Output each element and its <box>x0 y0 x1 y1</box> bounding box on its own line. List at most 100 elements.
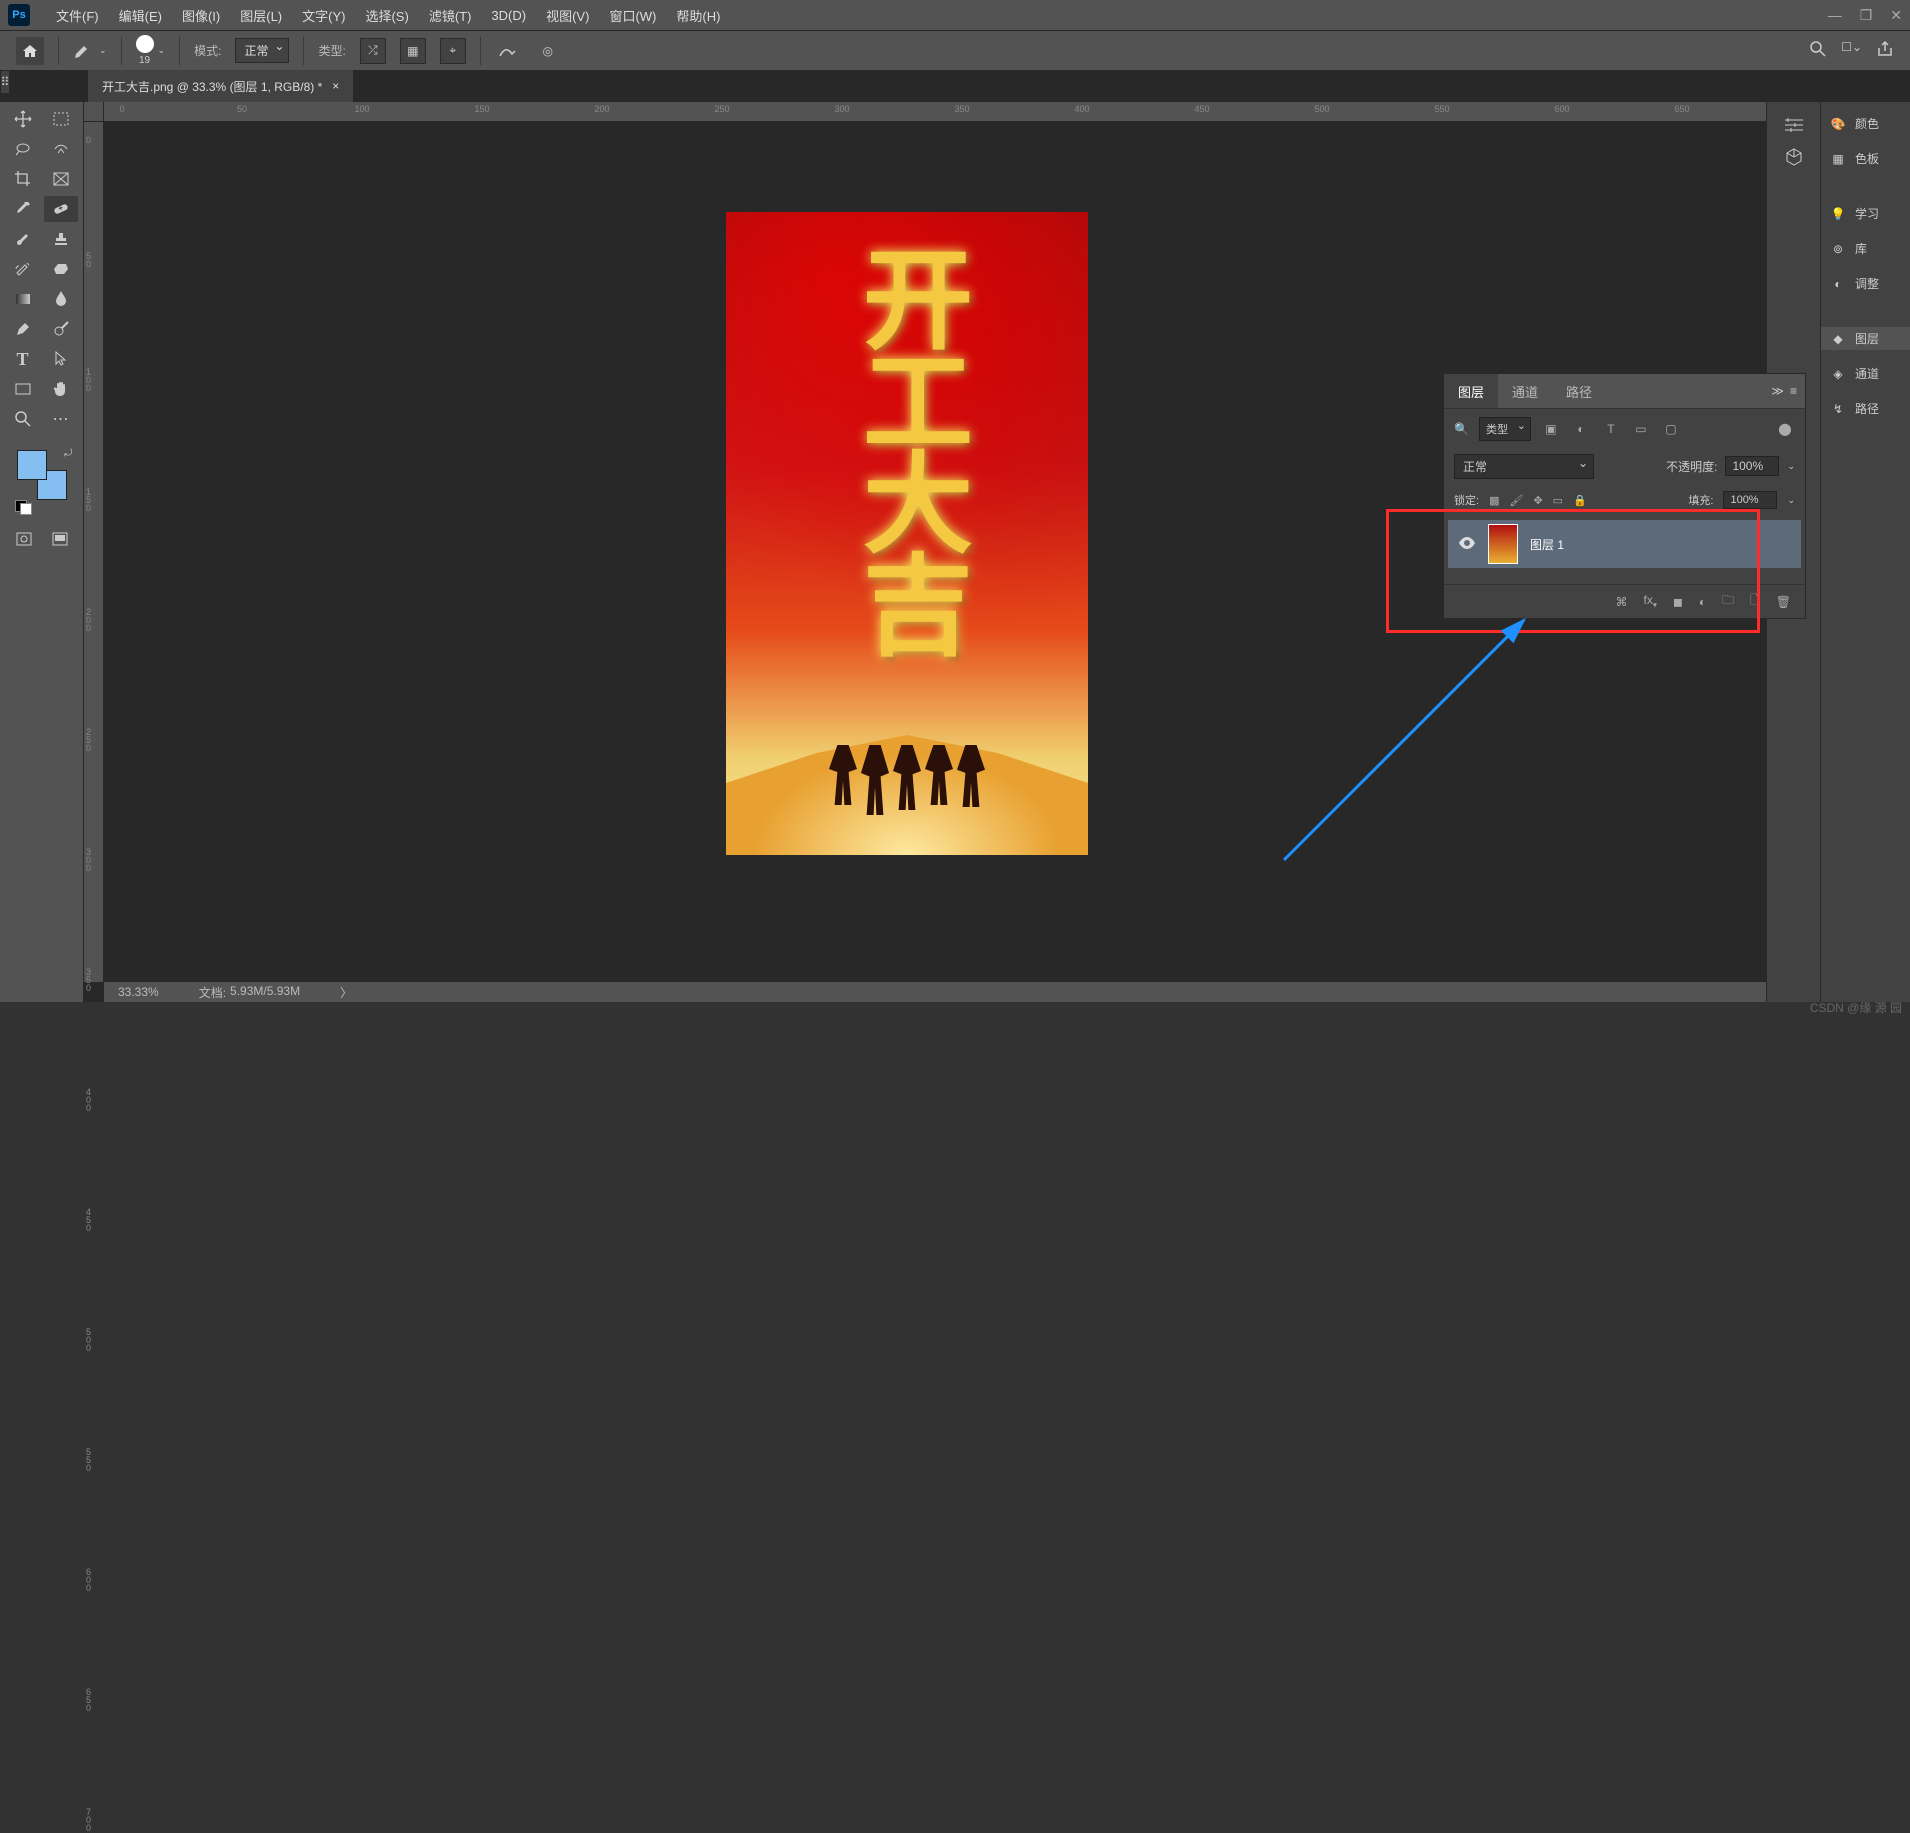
visibility-eye-icon[interactable] <box>1458 537 1476 552</box>
menu-filter[interactable]: 滤镜(T) <box>419 6 482 25</box>
doc-info-expand-icon[interactable]: 〉 <box>340 984 352 1001</box>
link-icon[interactable]: ⌘ <box>1616 595 1628 609</box>
menu-image[interactable]: 图像(I) <box>172 6 230 25</box>
menu-type[interactable]: 文字(Y) <box>292 6 355 25</box>
filter-search-icon[interactable]: 🔍 <box>1454 422 1469 436</box>
history-brush-icon[interactable] <box>6 256 40 282</box>
fg-swatch[interactable] <box>17 450 47 480</box>
menu-window[interactable]: 窗口(W) <box>599 6 666 25</box>
opacity-value[interactable]: 100% <box>1725 456 1779 476</box>
panel-color[interactable]: 🎨颜色 <box>1821 112 1910 135</box>
tab-grab-icon[interactable]: ⠿ <box>0 70 10 94</box>
frame-tool-icon[interactable] <box>44 166 78 192</box>
crop-tool-icon[interactable] <box>6 166 40 192</box>
menu-icon[interactable]: ≡ <box>1790 384 1797 398</box>
properties-icon[interactable] <box>1783 116 1805 137</box>
hand-tool-icon[interactable] <box>44 376 78 402</box>
panel-channels[interactable]: ◈通道 <box>1821 362 1910 385</box>
tab-channels[interactable]: 通道 <box>1498 374 1552 408</box>
dodge-tool-icon[interactable] <box>44 316 78 342</box>
new-layer-icon[interactable]: 🗋 <box>1750 591 1760 612</box>
panel-learn[interactable]: 💡学习 <box>1821 202 1910 225</box>
window-restore-icon[interactable]: ❐ <box>1860 7 1873 24</box>
default-swatch-icon[interactable] <box>15 500 33 512</box>
filter-shape-icon[interactable]: ▭ <box>1631 422 1651 436</box>
marquee-tool-icon[interactable] <box>44 106 78 132</box>
lock-pixels-icon[interactable]: 🖌 <box>1509 494 1523 507</box>
panel-paths[interactable]: ↯路径 <box>1821 397 1910 420</box>
eyedropper-tool-icon[interactable] <box>6 196 40 222</box>
workspace-icon[interactable]: ☐⌄ <box>1841 40 1862 61</box>
menu-view[interactable]: 视图(V) <box>536 6 599 25</box>
zoom-value[interactable]: 33.33% <box>118 985 159 999</box>
ruler-horizontal[interactable]: 0501001502002503003504004505005506006507… <box>104 102 1766 122</box>
menu-layer[interactable]: 图层(L) <box>230 6 292 25</box>
shape-tool-icon[interactable] <box>6 376 40 402</box>
lock-artboard-icon[interactable]: ▭ <box>1553 494 1563 507</box>
lock-position-icon[interactable]: ✥ <box>1533 494 1542 507</box>
screenmode-icon[interactable] <box>49 528 71 550</box>
document-tab[interactable]: 开工大吉.png @ 33.3% (图层 1, RGB/8) * × <box>88 70 354 102</box>
gradient-tool-icon[interactable] <box>6 286 40 312</box>
target-icon[interactable]: ⌖ <box>440 38 466 64</box>
filter-toggle-icon[interactable]: ⬤ <box>1775 422 1795 436</box>
eraser-tool-icon[interactable] <box>44 256 78 282</box>
lock-all-icon[interactable]: 🔒 <box>1573 494 1587 507</box>
filter-pixel-icon[interactable]: ▣ <box>1541 422 1561 436</box>
filter-kind-select[interactable]: 类型 <box>1479 417 1531 441</box>
more-tools-icon[interactable]: ⋯ <box>44 406 78 432</box>
brush-tool-icon[interactable] <box>6 226 40 252</box>
panel-libraries[interactable]: ⊚库 <box>1821 237 1910 260</box>
fx-icon[interactable]: fx▾ <box>1644 593 1657 609</box>
type-tool-icon[interactable]: T <box>6 346 40 372</box>
pressure-size-icon[interactable] <box>495 38 521 64</box>
close-tab-icon[interactable]: × <box>332 79 339 93</box>
window-close-icon[interactable]: ✕ <box>1890 7 1902 24</box>
window-minimize-icon[interactable]: — <box>1828 7 1842 24</box>
healing-tool-icon[interactable] <box>44 196 78 222</box>
collapse-icon[interactable]: ≫ <box>1771 384 1784 398</box>
blur-tool-icon[interactable] <box>44 286 78 312</box>
brush-tool-indicator[interactable]: ⌄ <box>73 40 107 62</box>
delete-icon[interactable]: 🗑 <box>1776 595 1791 609</box>
swap-swatch-icon[interactable]: ⤾ <box>64 448 72 459</box>
search-icon[interactable] <box>1809 40 1827 61</box>
mask-icon[interactable]: ◼ <box>1673 595 1683 609</box>
menu-3d[interactable]: 3D(D) <box>481 8 536 23</box>
layer-name[interactable]: 图层 1 <box>1530 536 1564 553</box>
filter-adjust-icon[interactable]: ◐ <box>1571 422 1591 436</box>
panel-swatches[interactable]: ▦色板 <box>1821 147 1910 170</box>
fill-value[interactable]: 100% <box>1723 491 1777 509</box>
mode-select[interactable]: 正常 <box>235 38 289 63</box>
shuffle-icon[interactable]: ⤮ <box>360 38 386 64</box>
tab-paths[interactable]: 路径 <box>1552 374 1606 408</box>
panel-adjustments[interactable]: ◐调整 <box>1821 272 1910 295</box>
menu-edit[interactable]: 编辑(E) <box>109 6 172 25</box>
brush-preview[interactable]: 19 <box>136 35 154 66</box>
menu-help[interactable]: 帮助(H) <box>666 6 730 25</box>
3d-panel-icon[interactable] <box>1784 147 1804 170</box>
menu-file[interactable]: 文件(F) <box>46 6 109 25</box>
document-image[interactable]: 开工大吉 <box>726 212 1088 855</box>
group-icon[interactable]: 🗀 <box>1722 591 1734 612</box>
move-tool-icon[interactable] <box>6 106 40 132</box>
ruler-vertical[interactable]: 0501001502002503003504004505005506006507… <box>84 122 104 982</box>
pen-tool-icon[interactable] <box>6 316 40 342</box>
home-icon[interactable] <box>16 37 44 65</box>
layer-thumbnail[interactable] <box>1488 524 1518 564</box>
color-swatches[interactable]: ⤾ <box>17 450 67 500</box>
blend-mode-select[interactable]: 正常 <box>1454 454 1594 479</box>
tab-layers[interactable]: 图层 <box>1444 374 1498 408</box>
zoom-tool-icon[interactable] <box>6 406 40 432</box>
adjustment-icon[interactable]: ◐ <box>1699 595 1706 609</box>
layer-row[interactable]: 图层 1 <box>1448 520 1801 568</box>
filter-smart-icon[interactable]: ▢ <box>1661 422 1681 436</box>
quick-select-tool-icon[interactable] <box>44 136 78 162</box>
stamp-tool-icon[interactable] <box>44 226 78 252</box>
grid-icon[interactable]: ▦ <box>400 38 426 64</box>
panel-layers[interactable]: ◆图层 <box>1821 327 1910 350</box>
target2-icon[interactable]: ◎ <box>535 38 561 64</box>
quickmask-icon[interactable] <box>13 528 35 550</box>
menu-select[interactable]: 选择(S) <box>355 6 418 25</box>
share-icon[interactable] <box>1876 40 1894 61</box>
